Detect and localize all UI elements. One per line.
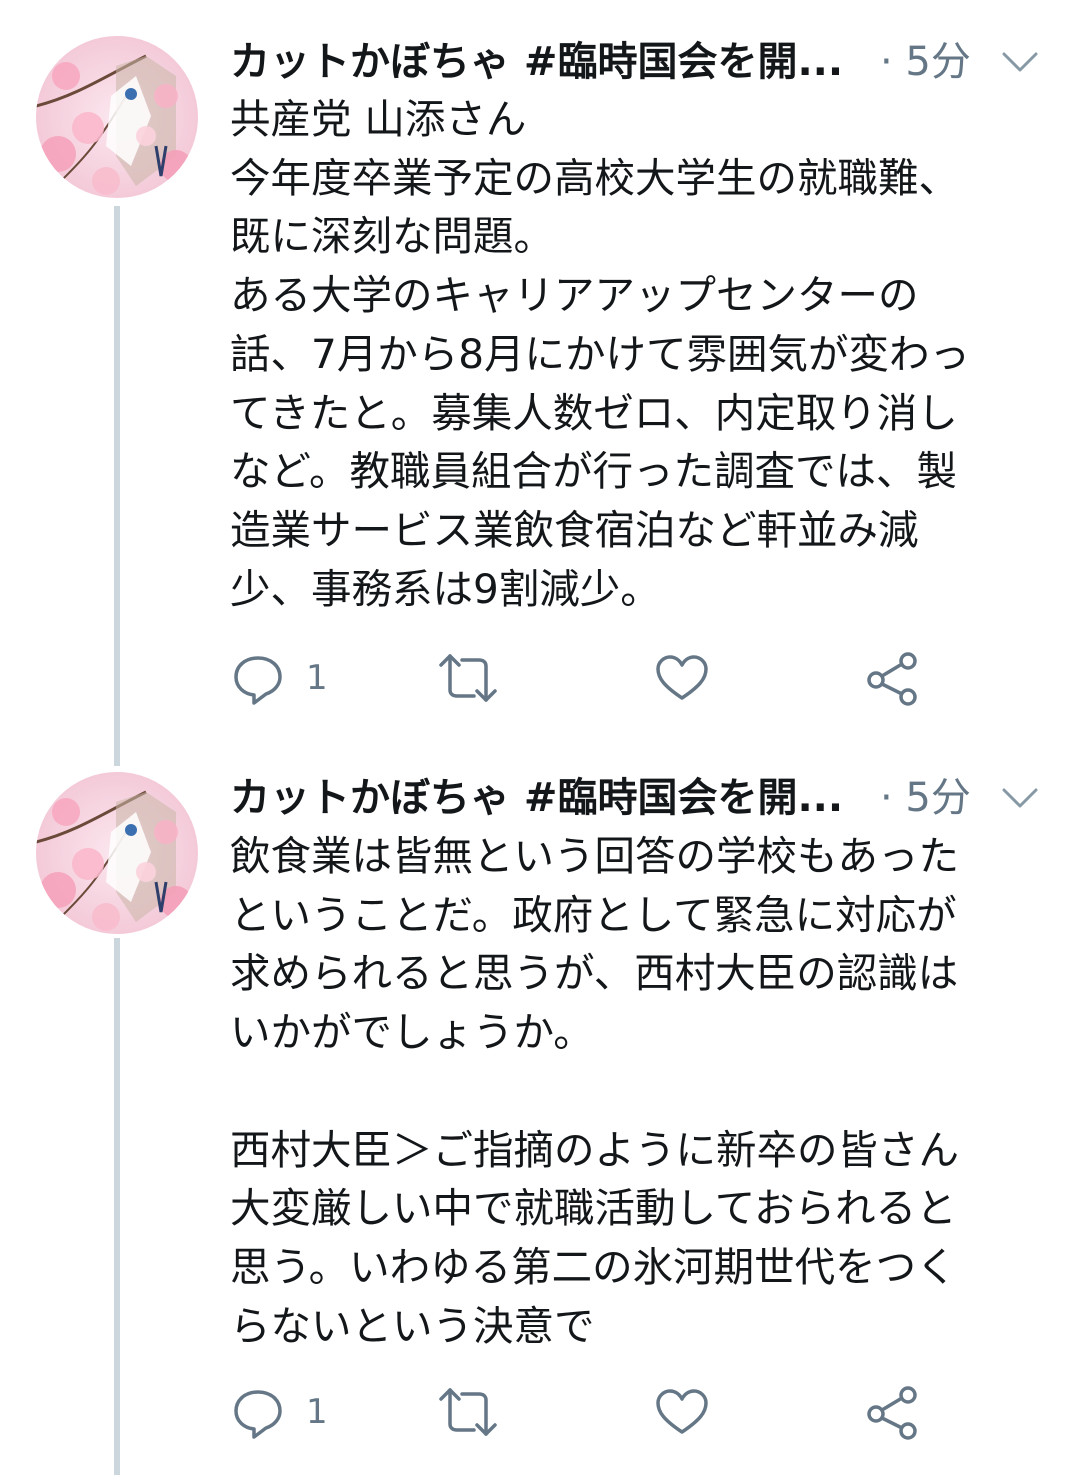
cherry-blossom-avatar-icon	[36, 772, 198, 934]
tweet-text-line: など。教職員組合が行った調査では、製	[230, 447, 957, 496]
tweet-actions: 1	[230, 1382, 1050, 1442]
tweet-text-line: 大変厳しい中で就職活動しておられると	[230, 1184, 957, 1233]
tweet-text-line: 話、7月から8月にかけて雰囲気が変わっ	[230, 329, 971, 378]
tweet-text-line	[230, 1062, 1050, 1121]
tweet-1[interactable]: カットかぼちゃ #臨時国会を開... · 5分 共産党 山添さん 今年度卒業予定…	[0, 0, 1080, 766]
tweet-text-line: 少、事務系は9割減少。	[230, 564, 661, 613]
tweet-text-line: 造業サービス業飲食宿泊など軒並み減	[230, 505, 919, 554]
author-name[interactable]: カットかぼちゃ #臨時国会を開...	[230, 774, 843, 822]
tweet-text: 共産党 山添さん 今年度卒業予定の高校大学生の就職難、 既に深刻な問題。 ある大…	[230, 90, 1050, 618]
chevron-down-icon[interactable]	[1000, 44, 1040, 80]
share-icon	[864, 1384, 920, 1440]
tweet-2[interactable]: カットかぼちゃ #臨時国会を開... · 5分 飲食業は皆無という回答の学校もあ…	[0, 740, 1080, 1475]
avatar[interactable]	[36, 36, 198, 198]
tweet-text-line: 思う。いわゆる第二の氷河期世代をつく	[230, 1242, 957, 1291]
retweet-button[interactable]	[438, 1382, 498, 1442]
tweet-header: カットかぼちゃ #臨時国会を開... · 5分	[230, 34, 1050, 90]
thread-connector-line	[114, 206, 120, 766]
timestamp[interactable]: · 5分	[880, 774, 971, 822]
tweet-header: カットかぼちゃ #臨時国会を開... · 5分	[230, 770, 1050, 826]
tweet-text-line: らないという決意で	[230, 1301, 595, 1350]
tweet-text-line: 求められると思うが、西村大臣の認識は	[230, 949, 959, 998]
retweet-icon	[438, 1384, 498, 1440]
tweet-text-line: 西村大臣＞ご指摘のように新卒の皆さん	[230, 1125, 959, 1174]
author-name[interactable]: カットかぼちゃ #臨時国会を開...	[230, 38, 843, 86]
cherry-blossom-avatar-icon	[36, 36, 198, 198]
like-button[interactable]	[654, 1382, 710, 1442]
share-icon	[864, 650, 920, 706]
retweet-icon	[438, 650, 498, 706]
like-button[interactable]	[654, 648, 710, 708]
like-icon	[654, 1384, 710, 1440]
share-button[interactable]	[864, 648, 920, 708]
tweet-text: 飲食業は皆無という回答の学校もあった ということだ。政府として緊急に対応が 求め…	[230, 827, 1050, 1355]
avatar[interactable]	[36, 772, 198, 934]
tweet-text-line: ということだ。政府として緊急に対応が	[230, 890, 957, 939]
tweet-text-line: いかがでしょうか。	[230, 1008, 594, 1057]
reply-icon	[230, 650, 286, 706]
tweet-actions: 1	[230, 648, 1050, 708]
reply-button[interactable]: 1	[230, 648, 328, 708]
reply-count: 1	[306, 1392, 328, 1432]
reply-count: 1	[306, 658, 328, 698]
tweet-text-line: 既に深刻な問題。	[230, 212, 554, 261]
tweet-text-line: てきたと。募集人数ゼロ、内定取り消し	[230, 388, 958, 437]
tweet-text-line: 今年度卒業予定の高校大学生の就職難、	[230, 153, 959, 202]
like-icon	[654, 650, 710, 706]
timestamp[interactable]: · 5分	[880, 38, 971, 86]
share-button[interactable]	[864, 1382, 920, 1442]
chevron-down-icon[interactable]	[1000, 780, 1040, 816]
tweet-text-line: ある大学のキャリアアップセンターの	[230, 271, 919, 320]
tweet-text-line: 共産党 山添さん	[230, 95, 527, 143]
reply-icon	[230, 1384, 286, 1440]
thread-connector-line	[114, 938, 120, 1475]
reply-button[interactable]: 1	[230, 1382, 328, 1442]
retweet-button[interactable]	[438, 648, 498, 708]
tweet-text-line: 飲食業は皆無という回答の学校もあった	[230, 832, 959, 880]
